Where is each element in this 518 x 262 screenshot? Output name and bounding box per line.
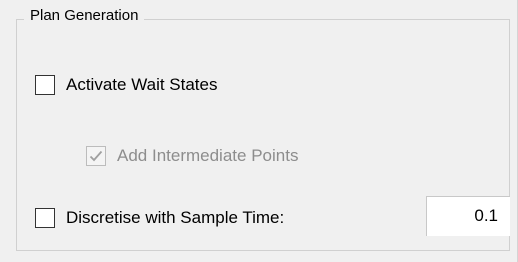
discretise-label[interactable]: Discretise with Sample Time:	[66, 207, 284, 229]
wait-states-checkbox[interactable]	[35, 75, 55, 95]
groupbox-title: Plan Generation	[24, 6, 145, 26]
intermediate-points-option: Add Intermediate Points	[86, 145, 298, 167]
wait-states-label[interactable]: Activate Wait States	[66, 74, 217, 96]
plan-generation-panel: Plan Generation Activate Wait States Add…	[0, 0, 518, 262]
sample-time-input[interactable]: 0.1	[426, 196, 510, 236]
discretise-option[interactable]: Discretise with Sample Time:	[35, 207, 284, 229]
discretise-checkbox[interactable]	[35, 208, 55, 228]
intermediate-points-checkbox	[86, 146, 106, 166]
intermediate-points-label: Add Intermediate Points	[117, 146, 299, 165]
check-mark-icon	[89, 150, 103, 162]
wait-states-option[interactable]: Activate Wait States	[35, 74, 217, 96]
